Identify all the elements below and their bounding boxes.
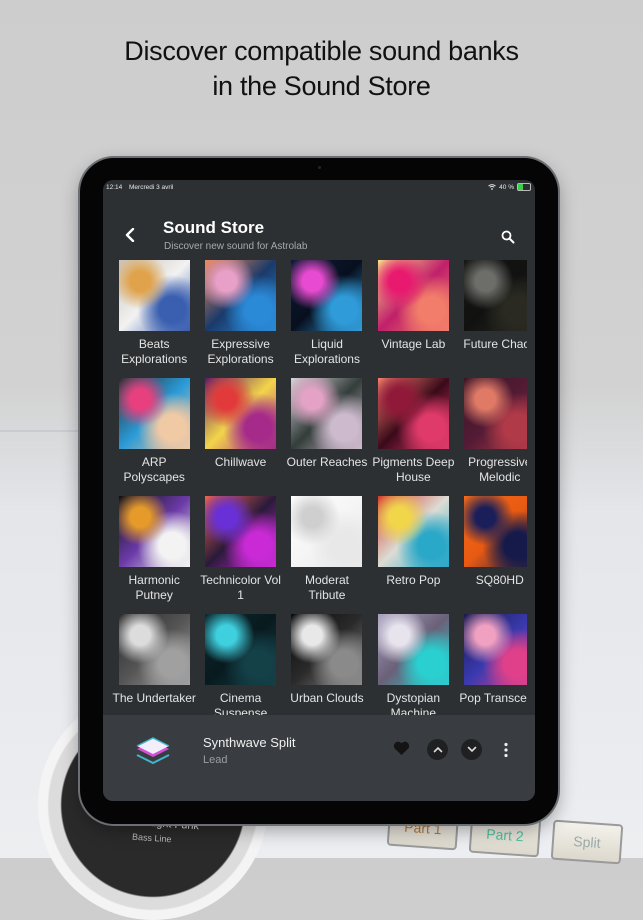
sound-bank-cover-art (464, 378, 527, 449)
sound-bank-tile[interactable]: Beats Explorations (111, 260, 197, 378)
sound-bank-tile[interactable]: Progressive Melodic (457, 378, 527, 496)
sound-bank-label: Future Chaos (463, 337, 527, 351)
sound-bank-tile[interactable]: Expressive Explorations (197, 260, 283, 378)
sound-bank-cover-art (377, 378, 449, 449)
sound-bank-tile[interactable]: Cinema Suspense (197, 614, 283, 715)
sound-bank-label: Pop Transcend (459, 691, 527, 705)
sound-bank-cover-art (291, 614, 363, 685)
sound-bank-tile[interactable]: Moderat Tribute (284, 496, 370, 614)
sound-bank-label: Urban Clouds (290, 691, 364, 705)
sound-bank-cover-art (377, 496, 449, 567)
sound-bank-cover-art (205, 496, 277, 567)
sound-bank-label: Beats Explorations (121, 337, 188, 366)
sound-bank-cover-art (118, 614, 190, 685)
sound-bank-cover-art (464, 614, 527, 685)
page-title: Sound Store (163, 218, 265, 237)
more-vertical-icon[interactable] (503, 742, 509, 758)
status-bar: 12:14 Mercredi 3 avril 40 % (103, 180, 535, 194)
sound-bank-tile[interactable]: The Undertaker (111, 614, 197, 715)
sound-bank-label: Progressive Melodic (468, 455, 527, 484)
previous-preset-button[interactable] (427, 739, 448, 760)
sound-bank-cover-art (377, 260, 449, 331)
sound-bank-label: Expressive Explorations (207, 337, 274, 366)
sound-bank-cover-art (205, 614, 277, 685)
search-icon (501, 230, 515, 244)
sound-bank-cover-art (291, 496, 363, 567)
sound-bank-label: Technicolor Vol 1 (200, 573, 281, 602)
chevron-down-icon (467, 746, 476, 753)
chevron-up-icon (433, 746, 442, 753)
sound-bank-tile[interactable]: SQ80HD (457, 496, 527, 614)
status-right: 40 % (488, 183, 531, 191)
sound-bank-tile[interactable]: Pigments Deep House (370, 378, 456, 496)
heart-icon[interactable] (393, 741, 410, 756)
sound-bank-tile[interactable]: Future Chaos (457, 260, 527, 378)
preset-name: Synthwave Split (203, 735, 296, 750)
sound-bank-tile[interactable]: Retro Pop (370, 496, 456, 614)
now-playing-bar: Synthwave Split Lead (103, 715, 535, 801)
sound-bank-label: Harmonic Putney (128, 573, 180, 602)
sound-bank-label: Outer Reaches (286, 455, 368, 469)
tablet-frame: 12:14 Mercredi 3 avril 40 % Sound Store … (80, 158, 558, 824)
sound-bank-label: Cinema Suspense (213, 691, 268, 715)
sound-bank-tile[interactable]: Dystopian Machine (370, 614, 456, 715)
front-camera (318, 166, 321, 169)
sound-bank-tile[interactable]: Harmonic Putney (111, 496, 197, 614)
sound-bank-tile[interactable]: Pop Transcend (457, 614, 527, 715)
sound-bank-cover-art (205, 260, 277, 331)
chevron-left-icon (125, 227, 135, 243)
sound-bank-label: Dystopian Machine (386, 691, 441, 715)
wifi-icon (488, 184, 496, 190)
preset-category: Lead (203, 754, 228, 766)
sound-bank-cover-art (464, 260, 527, 331)
sound-bank-label: SQ80HD (475, 573, 524, 587)
next-preset-button[interactable] (461, 739, 482, 760)
back-button[interactable] (125, 224, 135, 246)
sound-bank-cover-art (291, 260, 363, 331)
sound-bank-tile[interactable]: Vintage Lab (370, 260, 456, 378)
sound-bank-label: Liquid Explorations (293, 337, 360, 366)
status-time: 12:14 (106, 184, 123, 191)
sound-bank-cover-art (118, 378, 190, 449)
sound-bank-cover-art (118, 260, 190, 331)
sound-bank-tile[interactable]: Chillwave (197, 378, 283, 496)
sound-bank-cover-art (291, 378, 363, 449)
headline-line-2: in the Sound Store (212, 71, 431, 101)
sound-bank-label: Moderat Tribute (304, 573, 349, 602)
sound-bank-tile[interactable]: ARP Polyscapes (111, 378, 197, 496)
stacked-layers-icon (136, 737, 170, 765)
app-screen: 12:14 Mercredi 3 avril 40 % Sound Store … (103, 180, 535, 801)
sound-bank-tile[interactable]: Outer Reaches (284, 378, 370, 496)
battery-percent: 40 % (499, 183, 514, 191)
sound-bank-label: Vintage Lab (381, 337, 446, 351)
search-button[interactable] (501, 230, 515, 244)
sound-bank-cover-art (205, 378, 277, 449)
marketing-headline: Discover compatible sound banks in the S… (0, 34, 643, 104)
sound-bank-label: Chillwave (214, 455, 267, 469)
sound-bank-label: Pigments Deep House (372, 455, 455, 484)
sound-bank-label: ARP Polyscapes (123, 455, 185, 484)
battery-icon (517, 183, 531, 191)
sound-bank-cover-art (377, 614, 449, 685)
sound-bank-tile[interactable]: Liquid Explorations (284, 260, 370, 378)
sound-bank-grid: Beats Explorations Expressive Exploration… (111, 260, 527, 715)
sound-bank-cover-art (118, 496, 190, 567)
sound-bank-label: The Undertaker (112, 691, 196, 705)
battery-fill (518, 184, 523, 190)
sound-bank-cover-art (464, 496, 527, 567)
page-subtitle: Discover new sound for Astrolab (164, 241, 308, 252)
sound-bank-tile[interactable]: Urban Clouds (284, 614, 370, 715)
status-date: Mercredi 3 avril (129, 184, 174, 191)
sound-bank-tile[interactable]: Technicolor Vol 1 (197, 496, 283, 614)
sound-bank-label: Retro Pop (386, 573, 441, 587)
headline-line-1: Discover compatible sound banks (124, 36, 519, 66)
